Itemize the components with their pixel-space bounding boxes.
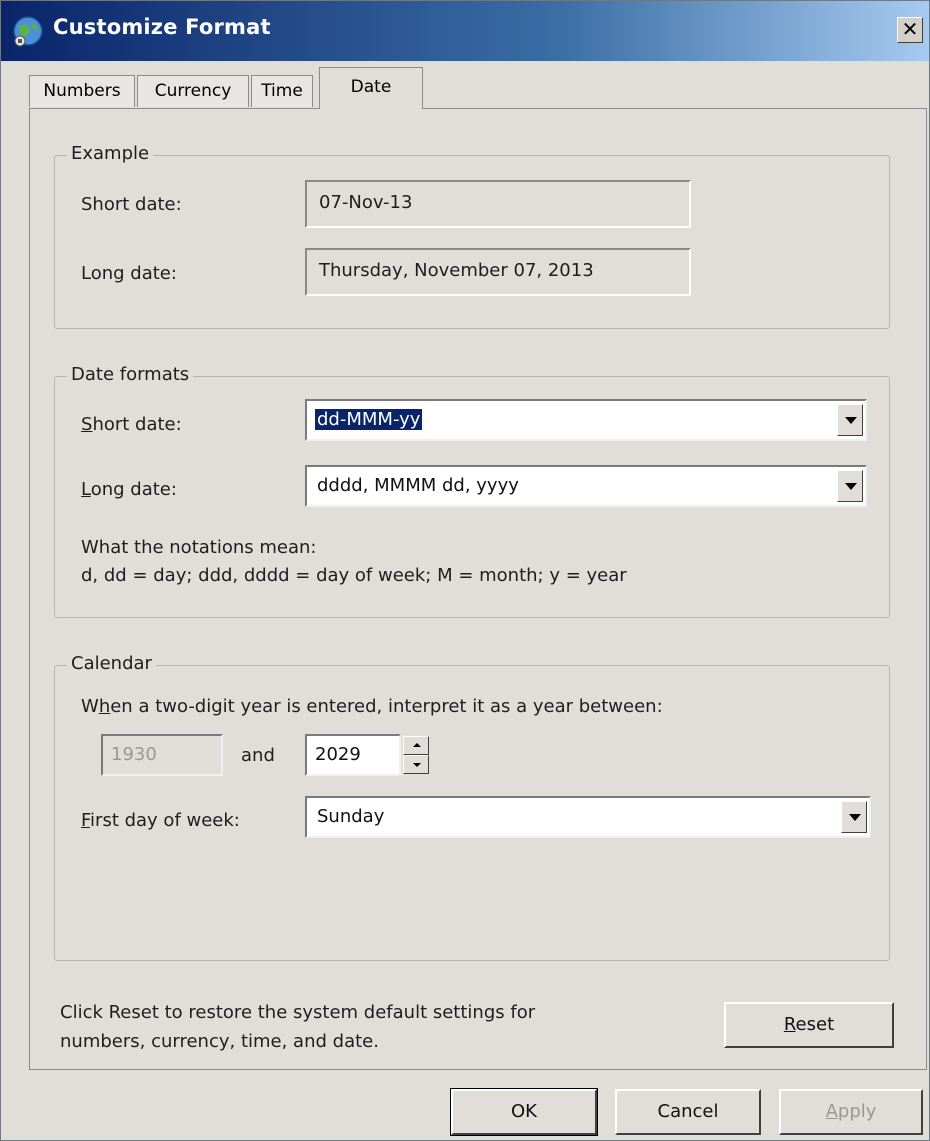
customize-format-dialog: Customize Format ✕ Numbers Currency Time… — [0, 0, 930, 1141]
reset-info-line1: Click Reset to restore the system defaul… — [60, 1002, 536, 1023]
long-date-label: Long date: — [81, 479, 177, 500]
date-formats-group: Date formats Short date: dd-MMM-yy Long … — [54, 364, 890, 618]
short-date-label: Short date: — [81, 414, 182, 435]
title-bar[interactable]: Customize Format ✕ — [1, 1, 929, 61]
first-day-label: First day of week: — [81, 810, 240, 831]
chevron-down-icon[interactable] — [837, 470, 863, 502]
notations-text: d, dd = day; ddd, dddd = day of week; M … — [81, 565, 627, 586]
chevron-down-icon[interactable] — [837, 404, 863, 436]
tab-time[interactable]: Time — [251, 75, 313, 107]
long-date-value[interactable]: dddd, MMMM dd, yyyy — [317, 475, 519, 496]
short-date-value[interactable]: dd-MMM-yy — [315, 409, 423, 430]
short-date-combo[interactable]: dd-MMM-yy — [305, 399, 867, 441]
reset-button[interactable]: Reset — [724, 1002, 894, 1048]
end-year-field[interactable]: 2029 — [305, 734, 401, 776]
close-button[interactable]: ✕ — [897, 17, 923, 43]
end-year-spinner[interactable] — [403, 736, 429, 774]
reset-info-line2: numbers, currency, time, and date. — [60, 1031, 379, 1052]
and-label: and — [241, 745, 275, 766]
calendar-group: Calendar When a two-digit year is entere… — [54, 653, 890, 961]
example-long-date-value: Thursday, November 07, 2013 — [305, 248, 691, 296]
close-icon: ✕ — [901, 17, 919, 41]
date-tab-panel: Example Short date: 07-Nov-13 Long date:… — [29, 108, 927, 1070]
example-long-date-label: Long date: — [81, 263, 177, 284]
apply-button[interactable]: Apply — [779, 1089, 923, 1135]
example-short-date-value: 07-Nov-13 — [305, 180, 691, 228]
example-short-date-label: Short date: — [81, 194, 182, 215]
long-date-combo[interactable]: dddd, MMMM dd, yyyy — [305, 465, 867, 507]
tab-numbers[interactable]: Numbers — [29, 75, 135, 107]
tab-date[interactable]: Date — [319, 67, 423, 109]
calendar-legend: Calendar — [67, 653, 156, 674]
start-year-field: 1930 — [101, 734, 223, 776]
first-day-combo[interactable]: Sunday — [305, 796, 871, 838]
dialog-title: Customize Format — [53, 15, 271, 39]
tab-currency[interactable]: Currency — [137, 75, 249, 107]
triangle-down-icon[interactable] — [403, 755, 429, 774]
example-group: Example Short date: 07-Nov-13 Long date:… — [54, 143, 890, 329]
notations-title: What the notations mean: — [81, 537, 317, 558]
chevron-down-icon[interactable] — [841, 801, 867, 833]
example-legend: Example — [67, 143, 154, 164]
two-digit-year-prompt: When a two-digit year is entered, interp… — [81, 696, 663, 717]
first-day-value[interactable]: Sunday — [317, 806, 384, 827]
cancel-button[interactable]: Cancel — [615, 1089, 761, 1135]
date-formats-legend: Date formats — [67, 364, 194, 385]
globe-icon — [13, 16, 43, 47]
triangle-up-icon[interactable] — [403, 736, 429, 755]
ok-button[interactable]: OK — [450, 1088, 598, 1136]
